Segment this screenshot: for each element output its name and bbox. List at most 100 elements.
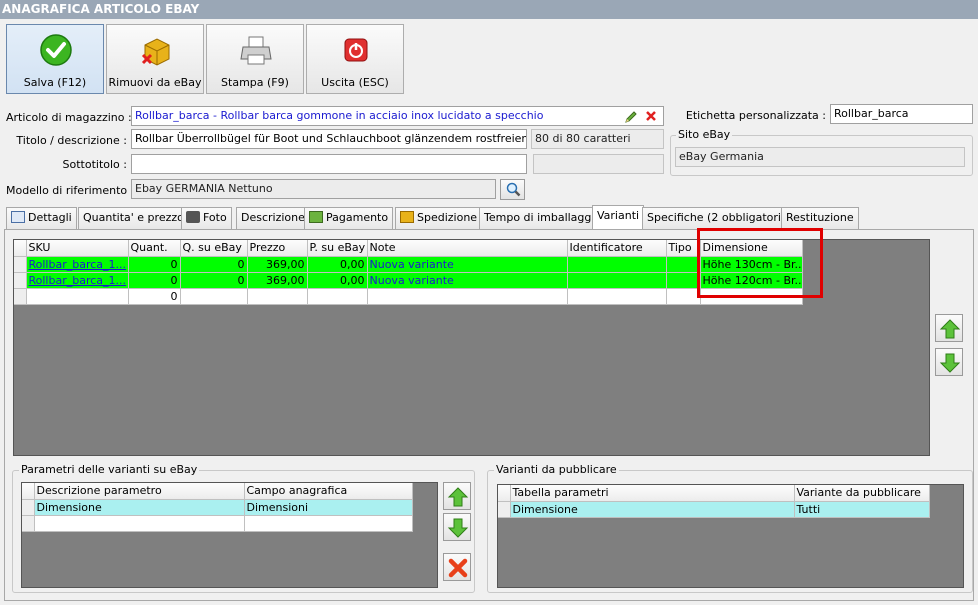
tab-quantita[interactable]: Quantita' e prezzo — [78, 207, 189, 229]
param-desc-cell[interactable]: Dimensione — [34, 499, 245, 516]
model-value: Ebay GERMANIA Nettuno — [135, 182, 273, 195]
remove-from-ebay-button[interactable]: Rimuovi da eBay — [106, 24, 204, 94]
param-field-cell[interactable]: Dimensioni — [244, 499, 413, 516]
col-p-ebay[interactable]: P. su eBay — [307, 240, 368, 257]
site-field[interactable]: eBay Germania — [675, 147, 965, 167]
col-tabella-parametri[interactable]: Tabella parametri — [510, 485, 795, 502]
row-indicator[interactable] — [22, 515, 35, 532]
qebay-cell[interactable]: 0 — [180, 256, 248, 273]
table-row[interactable]: Dimensione Dimensioni — [22, 499, 413, 516]
arrow-up-icon — [447, 487, 469, 507]
publish-table-cell[interactable]: Dimensione — [510, 501, 795, 518]
pebay-cell[interactable]: 0,00 — [307, 256, 368, 273]
tab-spedizione[interactable]: Spedizione — [395, 207, 483, 229]
note-cell[interactable]: Nuova variante — [367, 272, 568, 289]
table-row[interactable]: Rollbar_barca_1... 0 0 369,00 0,00 Nuova… — [14, 272, 803, 289]
print-button[interactable]: Stampa (F9) — [206, 24, 304, 94]
table-row-new[interactable] — [22, 515, 413, 532]
sku-cell[interactable] — [26, 288, 129, 305]
row-indicator[interactable] — [14, 256, 27, 273]
col-campo-anagrafica[interactable]: Campo anagrafica — [244, 483, 413, 500]
note-cell[interactable]: Nuova variante — [367, 256, 568, 273]
sku-cell[interactable]: Rollbar_barca_1... — [26, 256, 129, 273]
params-delete-button[interactable] — [443, 553, 471, 581]
pebay-cell[interactable]: 0,00 — [307, 272, 368, 289]
col-note[interactable]: Note — [367, 240, 568, 257]
row-indicator[interactable] — [14, 272, 27, 289]
table-row[interactable]: Dimensione Tutti — [498, 501, 930, 518]
price-cell[interactable]: 369,00 — [247, 256, 308, 273]
dimension-highlight-box — [697, 228, 823, 298]
type-cell[interactable] — [666, 288, 701, 305]
tab-foto-label: Foto — [203, 211, 227, 224]
sku-link[interactable]: Rollbar_barca_1... — [29, 274, 127, 287]
params-group-label: Parametri delle varianti su eBay — [19, 463, 200, 476]
type-cell[interactable] — [666, 256, 701, 273]
id-cell[interactable] — [567, 272, 667, 289]
shipping-icon — [400, 211, 414, 223]
col-sku[interactable]: SKU — [26, 240, 129, 257]
sku-link[interactable]: Rollbar_barca_1... — [29, 258, 127, 271]
row-indicator[interactable] — [498, 501, 511, 518]
box-remove-icon — [141, 38, 170, 66]
pencil-icon[interactable] — [624, 110, 638, 124]
table-row-new[interactable]: 0 — [14, 288, 803, 305]
tab-pagamento-label: Pagamento — [326, 211, 389, 224]
tab-varianti[interactable]: Varianti — [592, 205, 645, 230]
table-row[interactable]: Rollbar_barca_1... 0 0 369,00 0,00 Nuova… — [14, 256, 803, 273]
tab-descrizione[interactable]: Descrizione — [236, 207, 310, 229]
params-down-button[interactable] — [443, 513, 471, 541]
tab-restituzione[interactable]: Restituzione — [781, 207, 859, 229]
save-button[interactable]: Salva (F12) — [6, 24, 104, 94]
row-indicator[interactable] — [14, 288, 27, 305]
tab-foto[interactable]: Foto — [181, 207, 232, 229]
save-label: Salva (F12) — [23, 76, 87, 89]
params-grid[interactable]: Descrizione parametro Campo anagrafica D… — [21, 482, 438, 588]
subtitle-field[interactable] — [131, 154, 527, 174]
exit-button[interactable]: Uscita (ESC) — [306, 24, 404, 94]
type-cell[interactable] — [666, 272, 701, 289]
publish-grid[interactable]: Tabella parametri Variante da pubblicare… — [497, 484, 964, 588]
col-prezzo[interactable]: Prezzo — [247, 240, 308, 257]
qty-cell[interactable]: 0 — [128, 256, 181, 273]
clear-icon[interactable] — [645, 110, 657, 122]
col-identificatore[interactable]: Identificatore — [567, 240, 667, 257]
col-q-ebay[interactable]: Q. su eBay — [180, 240, 248, 257]
tab-specifiche[interactable]: Specifiche (2 obbligatorie) — [642, 207, 798, 229]
col-variante-da-pubblicare[interactable]: Variante da pubblicare — [794, 485, 930, 502]
subtitle-counter — [533, 154, 664, 174]
model-field[interactable]: Ebay GERMANIA Nettuno — [131, 179, 496, 199]
pebay-cell[interactable] — [307, 288, 368, 305]
qebay-cell[interactable] — [180, 288, 248, 305]
qty-cell[interactable]: 0 — [128, 288, 181, 305]
article-label: Articolo di magazzino : — [6, 111, 132, 124]
publish-variant-cell[interactable]: Tutti — [794, 501, 930, 518]
param-field-cell[interactable] — [244, 515, 413, 532]
tab-pagamento[interactable]: Pagamento — [304, 207, 394, 229]
params-up-button[interactable] — [443, 482, 471, 510]
row-indicator[interactable] — [22, 499, 35, 516]
id-cell[interactable] — [567, 256, 667, 273]
note-cell[interactable] — [367, 288, 568, 305]
col-quant[interactable]: Quant. — [128, 240, 181, 257]
col-descrizione-parametro[interactable]: Descrizione parametro — [34, 483, 245, 500]
id-cell[interactable] — [567, 288, 667, 305]
param-desc-cell[interactable] — [34, 515, 245, 532]
move-down-button[interactable] — [935, 348, 963, 376]
qty-cell[interactable]: 0 — [128, 272, 181, 289]
custom-label-field[interactable]: Rollbar_barca — [830, 104, 973, 124]
tab-dettagli[interactable]: Dettagli — [6, 207, 77, 229]
qebay-cell[interactable]: 0 — [180, 272, 248, 289]
tab-imballaggio[interactable]: Tempo di imballaggio — [479, 207, 607, 229]
title-field[interactable]: Rollbar Überrollbügel für Boot und Schla… — [131, 129, 527, 149]
price-cell[interactable] — [247, 288, 308, 305]
price-cell[interactable]: 369,00 — [247, 272, 308, 289]
col-tipo[interactable]: Tipo — [666, 240, 701, 257]
tab-restituzione-label: Restituzione — [786, 211, 854, 224]
move-up-button[interactable] — [935, 314, 963, 342]
model-label: Modello di riferimento : — [6, 184, 135, 197]
sku-cell[interactable]: Rollbar_barca_1... — [26, 272, 129, 289]
model-search-button[interactable] — [500, 179, 525, 200]
window-title: ANAGRAFICA ARTICOLO EBAY — [0, 0, 978, 19]
article-field[interactable]: Rollbar_barca - Rollbar barca gommone in… — [131, 106, 664, 126]
